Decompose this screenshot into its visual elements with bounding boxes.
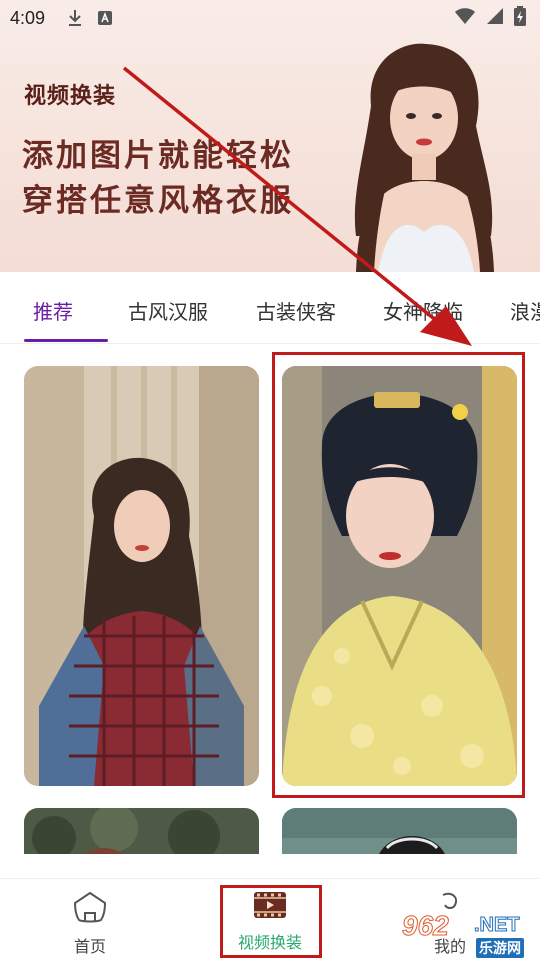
nav-home-label: 首页 bbox=[73, 937, 106, 956]
banner-slogan-line1: 添加图片就能轻松 bbox=[22, 138, 294, 174]
nav-home[interactable]: 首页 bbox=[30, 891, 150, 957]
watermark-number: 962 bbox=[402, 910, 450, 942]
nav-video-label: 视频换装 bbox=[237, 933, 302, 952]
status-bar: 4:09 bbox=[0, 0, 540, 36]
signal-icon bbox=[486, 7, 504, 29]
template-thumbnail bbox=[24, 808, 259, 854]
banner-slogan-line2: 穿搭任意风格衣服 bbox=[22, 183, 294, 219]
tab-ancient-hanfu[interactable]: 古风汉服 bbox=[128, 296, 208, 325]
template-thumbnail bbox=[282, 808, 517, 854]
wifi-icon bbox=[454, 7, 476, 29]
promo-banner[interactable]: 视频换装 添加图片就能轻松 穿搭任意风格衣服 bbox=[0, 0, 540, 272]
template-card[interactable] bbox=[24, 808, 259, 854]
tab-ancient-hero[interactable]: 古装侠客 bbox=[256, 296, 336, 325]
status-time: 4:09 bbox=[10, 7, 46, 28]
banner-slogan: 添加图片就能轻松 穿搭任意风格衣服 bbox=[22, 134, 294, 224]
film-icon bbox=[254, 892, 286, 918]
battery-icon bbox=[514, 6, 526, 30]
tab-recommend[interactable]: 推荐 bbox=[33, 296, 73, 325]
banner-title: 视频换装 bbox=[24, 83, 117, 109]
site-watermark: 962 .NET 乐游网 bbox=[400, 910, 540, 960]
template-grid bbox=[0, 344, 540, 854]
banner-model-photo bbox=[354, 43, 494, 272]
watermark-sub: 乐游网 bbox=[476, 938, 524, 958]
download-icon bbox=[67, 9, 83, 27]
template-card[interactable] bbox=[24, 366, 259, 786]
tab-goddess[interactable]: 女神降临 bbox=[383, 296, 463, 325]
template-thumbnail bbox=[24, 366, 259, 786]
nav-video-dressup[interactable]: 视频换装 bbox=[210, 891, 330, 953]
template-card[interactable] bbox=[282, 366, 517, 786]
template-thumbnail bbox=[282, 366, 517, 786]
category-tabs: 推荐 古风汉服 古装侠客 女神降临 浪漫 bbox=[0, 272, 540, 344]
tab-romantic[interactable]: 浪漫 bbox=[510, 296, 540, 325]
template-card[interactable] bbox=[282, 808, 517, 854]
tab-active-indicator bbox=[24, 339, 108, 342]
watermark-net: .NET bbox=[474, 914, 521, 937]
status-right-icons bbox=[454, 6, 526, 30]
home-icon bbox=[73, 891, 107, 923]
app-notification-icon bbox=[97, 10, 113, 26]
